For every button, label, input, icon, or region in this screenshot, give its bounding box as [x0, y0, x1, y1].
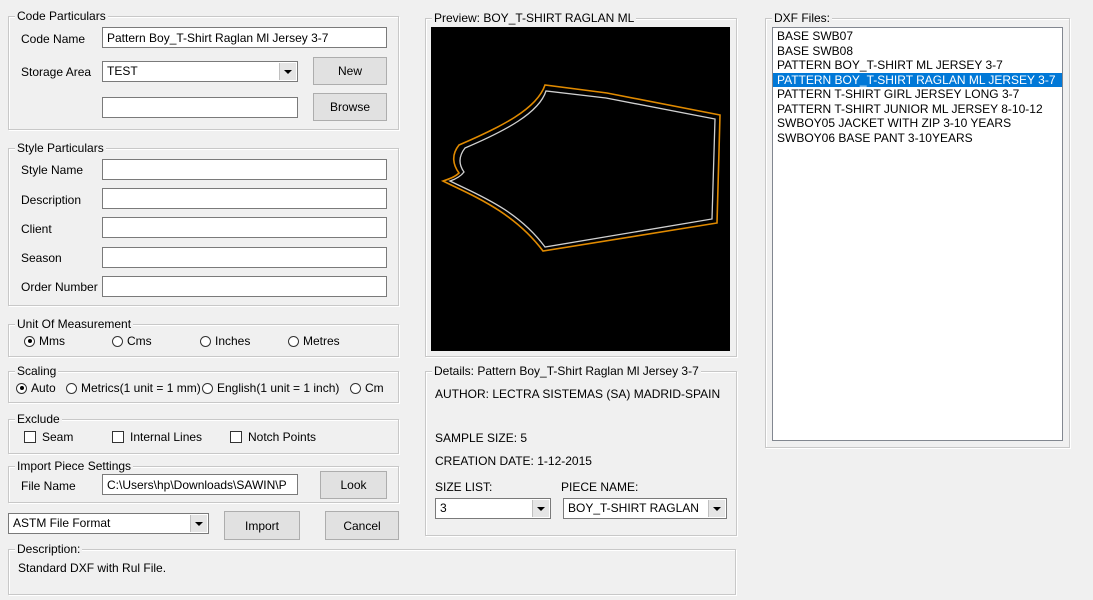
size-list-value: 3	[440, 501, 447, 515]
order-number-label: Order Number	[21, 280, 98, 294]
size-list-label: SIZE LIST:	[435, 480, 493, 494]
code-particulars-title: Code Particulars	[15, 9, 108, 23]
details-sample-size: SAMPLE SIZE: 5	[435, 431, 528, 445]
list-item[interactable]: SWBOY05 JACKET WITH ZIP 3-10 YEARS	[773, 116, 1062, 131]
piece-name-value: BOY_T-SHIRT RAGLAN	[568, 501, 699, 515]
checkbox-icon[interactable]	[112, 431, 124, 443]
list-item[interactable]: PATTERN T-SHIRT JUNIOR ML JERSEY 8-10-12	[773, 102, 1062, 117]
radio-button-icon[interactable]	[16, 382, 27, 394]
season-input[interactable]	[102, 247, 387, 268]
scaling-option-label: Cm	[365, 381, 384, 395]
unit-radio-cms[interactable]: Cms	[112, 334, 152, 348]
scaling-radio-cm[interactable]: Cm	[350, 381, 384, 395]
scaling-option-label: Metrics(1 unit = 1 mm)	[81, 381, 201, 395]
unit-option-label: Cms	[127, 334, 152, 348]
list-item[interactable]: PATTERN BOY_T-SHIRT ML JERSEY 3-7	[773, 58, 1062, 73]
scaling-radio-auto[interactable]: Auto	[16, 381, 56, 395]
details-title: Details: Pattern Boy_T-Shirt Raglan Ml J…	[432, 364, 701, 378]
season-label: Season	[21, 251, 62, 265]
list-item[interactable]: BASE SWB08	[773, 44, 1062, 59]
preview-title: Preview: BOY_T-SHIRT RAGLAN ML	[432, 11, 637, 25]
file-name-input[interactable]	[102, 474, 298, 495]
unit-of-measurement-title: Unit Of Measurement	[15, 317, 134, 331]
storage-area-dropdown[interactable]: TEST	[102, 61, 298, 82]
unit-radio-mms[interactable]: Mms	[24, 334, 65, 348]
piece-name-dropdown[interactable]: BOY_T-SHIRT RAGLAN	[563, 498, 727, 519]
checkbox-icon[interactable]	[24, 431, 36, 443]
scaling-title: Scaling	[15, 364, 59, 378]
list-item[interactable]: PATTERN BOY_T-SHIRT RAGLAN ML JERSEY 3-7	[773, 72, 1062, 87]
code-name-label: Code Name	[21, 32, 86, 46]
dxf-files-list[interactable]: BASE SWB07 BASE SWB08 PATTERN BOY_T-SHIR…	[772, 27, 1063, 441]
browse-button[interactable]: Browse	[313, 93, 387, 121]
details-author: AUTHOR: LECTRA SISTEMAS (SA) MADRID-SPAI…	[435, 387, 721, 401]
description-text: Standard DXF with Rul File.	[18, 561, 167, 575]
exclude-seam-checkbox[interactable]: Seam	[24, 430, 73, 444]
exclude-internal-lines-checkbox[interactable]: Internal Lines	[112, 430, 202, 444]
radio-button-icon[interactable]	[24, 335, 35, 347]
dxf-files-title: DXF Files:	[772, 11, 833, 25]
scaling-radio-metrics[interactable]: Metrics(1 unit = 1 mm)	[66, 381, 201, 395]
style-particulars-title: Style Particulars	[15, 141, 106, 155]
browse-path-input[interactable]	[102, 97, 298, 118]
radio-button-icon[interactable]	[200, 335, 211, 347]
preview-canvas	[431, 27, 730, 351]
details-creation-date: CREATION DATE: 1-12-2015	[435, 454, 592, 468]
exclude-option-label: Seam	[42, 430, 74, 444]
unit-radio-metres[interactable]: Metres	[288, 334, 340, 348]
storage-area-value: TEST	[107, 64, 138, 78]
unit-option-label: Inches	[215, 334, 251, 348]
dropdown-arrow-icon[interactable]	[279, 63, 296, 80]
pattern-outline	[440, 84, 721, 252]
look-button[interactable]: Look	[320, 471, 387, 499]
client-input[interactable]	[102, 217, 387, 238]
checkbox-icon[interactable]	[230, 431, 242, 443]
file-format-value: ASTM File Format	[13, 516, 111, 530]
scaling-radio-english[interactable]: English(1 unit = 1 inch)	[202, 381, 339, 395]
style-name-label: Style Name	[21, 163, 84, 177]
file-name-label: File Name	[21, 479, 76, 493]
storage-area-label: Storage Area	[21, 65, 92, 79]
import-button[interactable]: Import	[224, 511, 300, 540]
scaling-option-label: English(1 unit = 1 inch)	[217, 381, 340, 395]
unit-option-label: Metres	[303, 334, 340, 348]
radio-button-icon[interactable]	[288, 335, 299, 347]
style-name-input[interactable]	[102, 159, 387, 180]
list-item[interactable]: PATTERN T-SHIRT GIRL JERSEY LONG 3-7	[773, 87, 1062, 102]
radio-button-icon[interactable]	[202, 382, 213, 394]
dropdown-arrow-icon[interactable]	[532, 500, 549, 517]
exclude-title: Exclude	[15, 412, 62, 426]
list-item[interactable]: BASE SWB07	[773, 29, 1062, 44]
exclude-notch-points-checkbox[interactable]: Notch Points	[230, 430, 316, 444]
pattern-piece-preview	[440, 84, 721, 252]
dropdown-arrow-icon[interactable]	[190, 515, 207, 532]
code-name-input[interactable]	[102, 27, 387, 48]
unit-radio-inches[interactable]: Inches	[200, 334, 250, 348]
pattern-seam-line	[448, 90, 716, 248]
description-title: Description:	[15, 542, 83, 556]
order-number-input[interactable]	[102, 276, 387, 297]
unit-option-label: Mms	[39, 334, 65, 348]
list-item[interactable]: SWBOY06 BASE PANT 3-10YEARS	[773, 131, 1062, 146]
piece-name-label: PIECE NAME:	[561, 480, 639, 494]
cancel-button[interactable]: Cancel	[325, 511, 399, 540]
import-piece-settings-title: Import Piece Settings	[15, 459, 134, 473]
size-list-dropdown[interactable]: 3	[435, 498, 551, 519]
dropdown-arrow-icon[interactable]	[708, 500, 725, 517]
scaling-option-label: Auto	[31, 381, 56, 395]
radio-button-icon[interactable]	[66, 382, 77, 394]
exclude-option-label: Internal Lines	[130, 430, 203, 444]
client-label: Client	[21, 222, 52, 236]
new-button[interactable]: New	[313, 57, 387, 85]
description-input[interactable]	[102, 188, 387, 209]
exclude-option-label: Notch Points	[248, 430, 317, 444]
radio-button-icon[interactable]	[350, 382, 361, 394]
radio-button-icon[interactable]	[112, 335, 123, 347]
file-format-dropdown[interactable]: ASTM File Format	[8, 513, 209, 534]
description-label: Description	[21, 193, 82, 207]
